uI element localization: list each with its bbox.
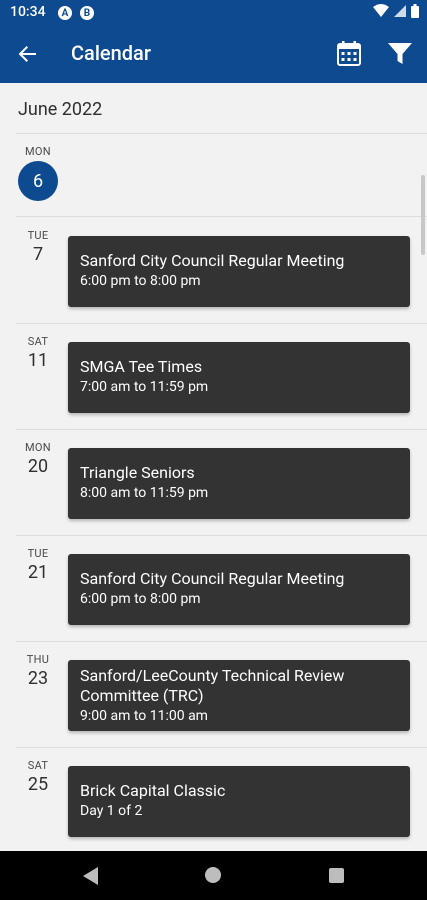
event-title-line1: Sanford/LeeCounty Technical Review — [80, 666, 345, 685]
event-time: Day 1 of 2 — [80, 803, 143, 819]
event-card[interactable]: Sanford/LeeCounty Technical Review Commi… — [68, 660, 410, 731]
divider — [16, 641, 427, 642]
event-title: SMGA Tee Times — [80, 357, 203, 376]
system-nav-bar — [0, 851, 427, 900]
event-time: 6:00 pm to 8:00 pm — [80, 273, 201, 289]
filter-icon[interactable] — [386, 40, 414, 68]
divider — [16, 429, 427, 430]
event-title-line2: Committee (TRC) — [80, 686, 204, 705]
divider — [16, 216, 427, 217]
signal-icon — [394, 5, 406, 17]
today-date-badge: 6 — [18, 161, 58, 201]
app-bar: Calendar — [0, 26, 427, 83]
day-label-today: MON 6 — [16, 145, 60, 201]
notification-b-icon: B — [80, 6, 94, 20]
status-time: 10:34 — [10, 4, 46, 20]
divider — [16, 323, 427, 324]
event-card[interactable]: Triangle Seniors 8:00 am to 11:59 pm — [68, 448, 410, 519]
event-time: 8:00 am to 11:59 pm — [80, 485, 209, 501]
divider — [16, 747, 427, 748]
calendar-list[interactable]: June 2022 MON 6 TUE 7 Sanford City Counc… — [0, 83, 427, 851]
battery-icon — [411, 4, 419, 18]
notification-a-icon: A — [58, 6, 72, 20]
event-card[interactable]: SMGA Tee Times 7:00 am to 11:59 pm — [68, 342, 410, 413]
day-label: TUE 21 — [27, 547, 49, 583]
day-of-week: MON — [25, 145, 51, 158]
page-title: Calendar — [71, 41, 151, 65]
calendar-icon[interactable] — [336, 40, 362, 68]
event-time: 7:00 am to 11:59 pm — [80, 379, 209, 395]
event-title: Brick Capital Classic — [80, 781, 226, 800]
event-title: Triangle Seniors — [80, 463, 195, 482]
day-label: THU 23 — [26, 653, 50, 689]
status-bar: 10:34 A B — [0, 0, 427, 26]
divider — [16, 535, 427, 536]
event-time: 6:00 pm to 8:00 pm — [80, 591, 201, 607]
nav-back-icon[interactable] — [83, 867, 99, 885]
month-header: June 2022 — [18, 99, 103, 120]
nav-home-icon[interactable] — [205, 867, 221, 883]
wifi-icon — [373, 4, 389, 17]
event-time: 9:00 am to 11:00 am — [80, 708, 208, 724]
nav-recents-icon[interactable] — [329, 868, 344, 883]
event-title: Sanford City Council Regular Meeting — [80, 251, 345, 270]
divider — [16, 133, 427, 134]
event-card[interactable]: Brick Capital Classic Day 1 of 2 — [68, 766, 410, 837]
event-title: Sanford City Council Regular Meeting — [80, 569, 345, 588]
day-label: MON 20 — [25, 441, 51, 477]
scrollbar[interactable] — [421, 175, 425, 255]
event-card[interactable]: Sanford City Council Regular Meeting 6:0… — [68, 554, 410, 625]
event-card[interactable]: Sanford City Council Regular Meeting 6:0… — [68, 236, 410, 307]
arrow-left-icon[interactable] — [14, 40, 42, 68]
day-label: SAT 25 — [27, 759, 49, 795]
day-label: SAT 11 — [27, 335, 49, 371]
day-label: TUE 7 — [27, 229, 49, 265]
